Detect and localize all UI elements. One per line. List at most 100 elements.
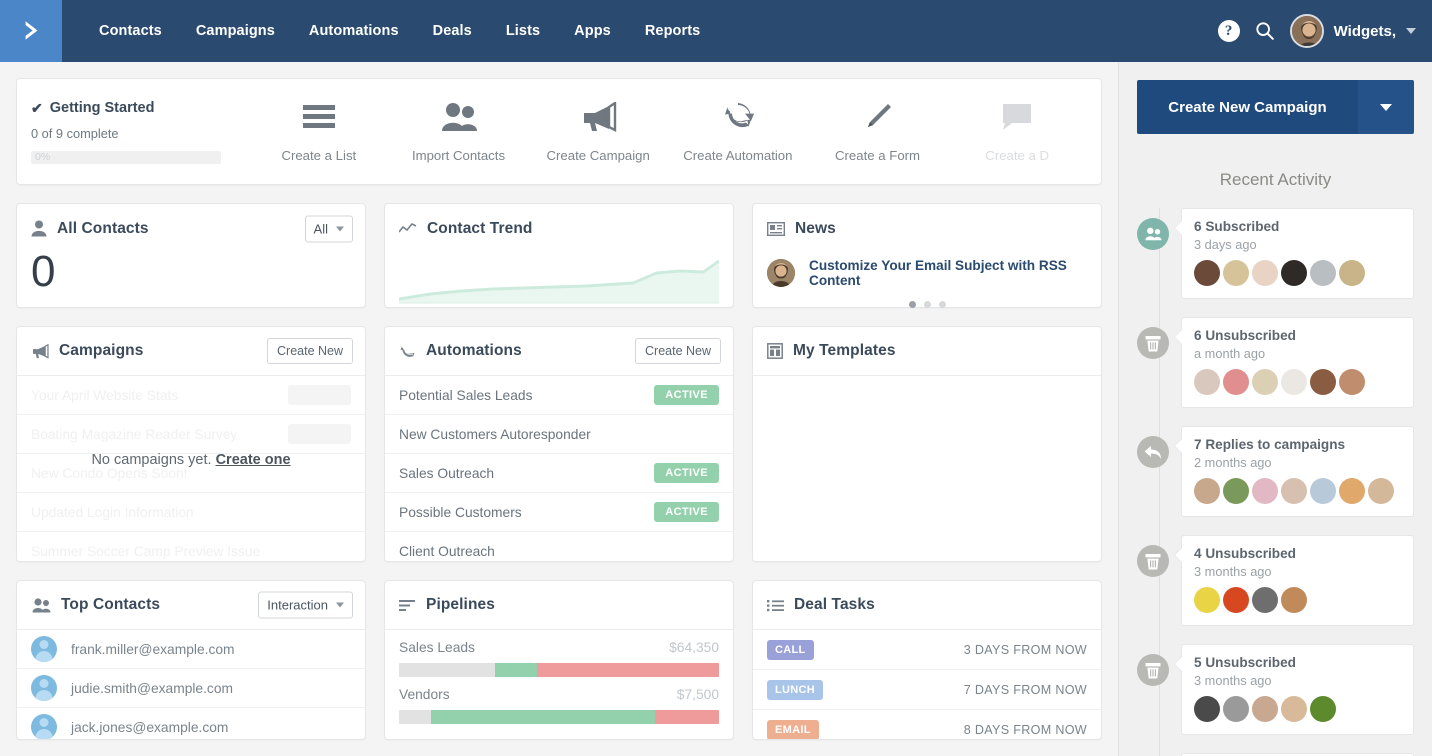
news-column: News Cus (752, 203, 1102, 308)
getting-started-action-create-a-list[interactable]: Create a List (249, 100, 389, 163)
carousel-dot-3[interactable] (939, 301, 946, 308)
avatar (1310, 696, 1336, 722)
contact-row[interactable]: jack.jones@example.com (17, 708, 365, 740)
automations-title: Automations (426, 342, 522, 360)
news-icon (767, 222, 785, 236)
activity-card: 7 Replies to campaigns 2 months ago (1181, 426, 1414, 517)
create-new-campaign-button[interactable]: Create New Campaign (1137, 80, 1358, 134)
deal-task-row[interactable]: CALL 3 DAYS FROM NOW (753, 630, 1101, 670)
nav-item-lists[interactable]: Lists (489, 0, 557, 62)
contact-row[interactable]: judie.smith@example.com (17, 669, 365, 708)
campaign-name: Summer Soccer Camp Preview Issue (31, 544, 260, 559)
getting-started-actions: Create a List Import Contacts (249, 100, 1087, 163)
task-due-text: 3 DAYS FROM NOW (964, 643, 1087, 657)
bars-icon (399, 599, 416, 612)
automation-row[interactable]: New Customers Autoresponder (385, 415, 733, 454)
getting-started-action-import-contacts[interactable]: Import Contacts (389, 100, 529, 163)
top-contacts-header: Top Contacts Interaction (17, 581, 365, 630)
getting-started-action-create-automation[interactable]: Create Automation (668, 100, 808, 163)
activity-card: 5 Unsubscribed 3 months ago (1181, 644, 1414, 735)
automation-row[interactable]: Possible Customers ACTIVE (385, 493, 733, 532)
pipeline-segment-red (537, 663, 719, 677)
getting-started-title-row: ✔ Getting Started (31, 100, 249, 117)
avatar (1194, 587, 1220, 613)
automation-row[interactable]: Sales Outreach ACTIVE (385, 454, 733, 493)
search-icon[interactable] (1254, 20, 1276, 42)
deal-task-row[interactable]: EMAIL 8 DAYS FROM NOW (753, 710, 1101, 740)
automations-create-new-button[interactable]: Create New (635, 338, 721, 364)
pipelines-title: Pipelines (426, 596, 495, 614)
pipelines-card: Pipelines Sales Leads $64,350 (384, 580, 734, 740)
top-navigation-bar: Contacts Campaigns Automations Deals Lis… (0, 0, 1432, 62)
avatar (1223, 260, 1249, 286)
pipeline-segment-gray (399, 710, 431, 724)
activity-time: 2 months ago (1194, 455, 1401, 470)
template-icon (767, 343, 783, 359)
all-contacts-header: All Contacts All (17, 204, 365, 253)
avatar (1252, 478, 1278, 504)
deal-task-row[interactable]: LUNCH 7 DAYS FROM NOW (753, 670, 1101, 710)
nav-item-contacts[interactable]: Contacts (82, 0, 179, 62)
recent-activity-title: Recent Activity (1137, 170, 1414, 190)
activity-item[interactable]: 6 Unsubscribed a month ago (1181, 317, 1414, 408)
avatar (1281, 369, 1307, 395)
carousel-dot-1[interactable] (909, 301, 916, 308)
app-logo[interactable] (0, 0, 62, 62)
carousel-dot-2[interactable] (924, 301, 931, 308)
getting-started-action-create-a-form[interactable]: Create a Form (808, 100, 948, 163)
campaigns-create-new-button[interactable]: Create New (267, 338, 353, 364)
activity-title: 6 Subscribed (1194, 219, 1401, 234)
nav-item-deals[interactable]: Deals (416, 0, 489, 62)
getting-started-action-label: Create Automation (683, 148, 792, 163)
activity-item[interactable]: 6 Subscribed 3 days ago (1181, 208, 1414, 299)
getting-started-action-create-a-deal[interactable]: Create a D (947, 100, 1087, 163)
activity-title: 5 Unsubscribed (1194, 655, 1401, 670)
list-icon (302, 100, 336, 134)
chevron-down-icon[interactable] (1406, 28, 1416, 34)
pipeline-row-labels: Vendors $7,500 (399, 687, 719, 702)
avatar (1194, 696, 1220, 722)
account-menu[interactable]: Widgets, (1290, 14, 1416, 48)
campaigns-column: Campaigns Create New Your April Website … (16, 326, 366, 562)
nav-item-reports[interactable]: Reports (628, 0, 718, 62)
activity-item[interactable]: 4 Unsubscribed 3 months ago (1181, 535, 1414, 626)
contact-row[interactable]: frank.miller@example.com (17, 630, 365, 669)
pipeline-segment-gray (399, 663, 495, 677)
refresh-icon (722, 100, 754, 134)
news-header: News (753, 204, 1101, 253)
automation-name: Potential Sales Leads (399, 388, 532, 403)
activity-item[interactable]: 7 Replies to campaigns 2 months ago (1181, 426, 1414, 517)
automation-row[interactable]: Client Outreach (385, 532, 733, 562)
campaigns-title: Campaigns (59, 342, 143, 360)
avatar (1310, 260, 1336, 286)
getting-started-action-create-campaign[interactable]: Create Campaign (528, 100, 668, 163)
pencil-icon (863, 100, 893, 134)
nav-item-campaigns[interactable]: Campaigns (179, 0, 292, 62)
all-contacts-filter-select[interactable]: All (305, 215, 353, 242)
status-badge: ACTIVE (654, 502, 719, 522)
activity-time: 3 days ago (1194, 237, 1401, 252)
contact-trend-chart (385, 253, 733, 309)
pipeline-name: Vendors (399, 687, 450, 702)
pipeline-row-labels: Sales Leads $64,350 (399, 640, 719, 655)
nav-item-apps[interactable]: Apps (557, 0, 628, 62)
deal-tasks-title: Deal Tasks (794, 596, 875, 614)
create-new-campaign-dropdown[interactable] (1358, 80, 1414, 134)
activity-time: 3 months ago (1194, 673, 1401, 688)
top-contacts-sort-select[interactable]: Interaction (258, 592, 353, 619)
nav-item-automations[interactable]: Automations (292, 0, 416, 62)
automation-row[interactable]: Potential Sales Leads ACTIVE (385, 376, 733, 415)
speech-bubble-icon (999, 100, 1035, 134)
help-icon[interactable]: ? (1218, 20, 1240, 42)
avatar (1281, 696, 1307, 722)
task-type-badge: LUNCH (767, 680, 823, 700)
news-headline-link[interactable]: Customize Your Email Subject with RSS Co… (809, 258, 1087, 288)
main-nav-items: Contacts Campaigns Automations Deals Lis… (82, 0, 717, 62)
campaigns-empty-state: No campaigns yet. Create one (17, 452, 365, 468)
news-author-avatar (767, 259, 795, 287)
pipeline-row[interactable]: Vendors $7,500 (385, 677, 733, 724)
pipeline-row[interactable]: Sales Leads $64,350 (385, 630, 733, 677)
news-item[interactable]: Customize Your Email Subject with RSS Co… (753, 253, 1101, 293)
campaigns-create-one-link[interactable]: Create one (216, 452, 291, 468)
activity-item[interactable]: 5 Unsubscribed 3 months ago (1181, 644, 1414, 735)
